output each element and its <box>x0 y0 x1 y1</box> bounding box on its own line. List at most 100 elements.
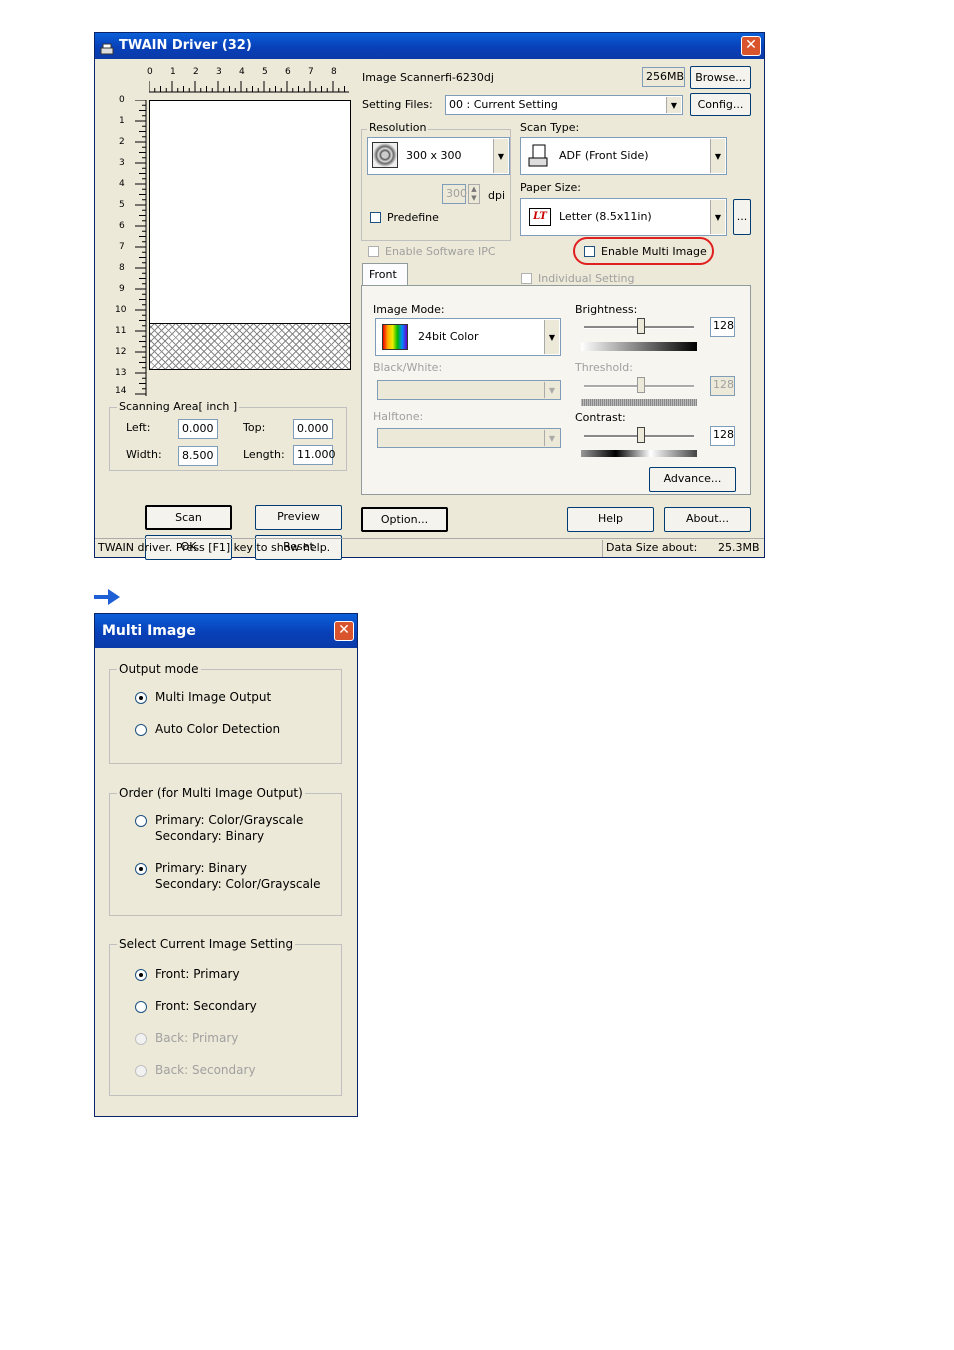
memory-display: 256MB <box>642 67 685 87</box>
close-icon[interactable]: ✕ <box>741 36 761 56</box>
status-text: TWAIN driver. Press [F1] key to show hel… <box>98 541 331 554</box>
predefine-label: Predefine <box>387 211 439 224</box>
data-size-label: Data Size about: <box>606 541 698 554</box>
window-title: TWAIN Driver (32) <box>119 38 252 53</box>
front-primary-radio[interactable] <box>135 969 147 981</box>
predefine-checkbox[interactable] <box>370 212 381 223</box>
brightness-value[interactable]: 128 <box>710 317 735 337</box>
dropdown-arrow-icon[interactable]: ▼ <box>493 139 508 173</box>
title-bar: TWAIN Driver (32) ✕ <box>95 33 764 59</box>
image-mode-label: Image Mode: <box>373 303 445 316</box>
close-icon[interactable]: ✕ <box>334 621 354 641</box>
help-button[interactable]: Help <box>567 507 654 532</box>
ruler-top-1: 1 <box>170 67 176 77</box>
setting-files-label: Setting Files: <box>362 98 433 111</box>
ruler-top-2: 2 <box>193 67 199 77</box>
ruler-left-13: 13 <box>115 368 127 378</box>
ruler-left-14: 14 <box>115 386 127 396</box>
ruler-top-8: 8 <box>331 67 337 77</box>
enable-multi-image-checkbox[interactable] <box>584 246 595 257</box>
ruler-top: 0 1 2 3 4 5 6 7 8 <box>147 67 349 93</box>
resolution-value: 300 x 300 <box>406 149 462 162</box>
ruler-left-10: 10 <box>115 305 127 315</box>
back-secondary-label: Back: Secondary <box>155 1063 256 1077</box>
tab-front-label: Front <box>369 268 397 281</box>
scan-type-value: ADF (Front Side) <box>559 149 649 162</box>
brightness-gradient <box>581 342 697 351</box>
output-mode-group <box>109 669 342 764</box>
image-scanner-label: Image Scanner: <box>362 71 449 84</box>
order-opt1-line2: Secondary: Binary <box>155 829 265 843</box>
adf-icon <box>527 144 549 168</box>
preview-pane: 0 1 2 3 4 5 6 7 8 0 1 2 3 4 5 6 7 8 9 10… <box>97 61 356 560</box>
width-field[interactable]: 8.500 <box>178 446 218 466</box>
front-primary-label: Front: Primary <box>155 967 240 981</box>
scan-button[interactable]: Scan <box>145 505 232 530</box>
black-white-label: Black/White: <box>373 361 443 374</box>
order-binary-primary-radio[interactable] <box>135 863 147 875</box>
data-size-value: 25.3MB <box>718 541 760 554</box>
dropdown-arrow-icon[interactable]: ▼ <box>710 200 725 234</box>
ruler-top-4: 4 <box>239 67 245 77</box>
brightness-slider-thumb[interactable] <box>637 318 645 334</box>
enable-software-ipc-label: Enable Software IPC <box>385 245 496 258</box>
dropdown-arrow-icon[interactable]: ▼ <box>710 139 725 173</box>
paper-size-more-button[interactable]: ... <box>733 199 751 235</box>
status-bar: TWAIN driver. Press [F1] key to show hel… <box>95 538 764 558</box>
advance-button[interactable]: Advance... <box>649 467 736 492</box>
image-mode-select[interactable]: 24bit Color ▼ <box>375 318 561 356</box>
select-setting-legend: Select Current Image Setting <box>117 937 296 951</box>
ruler-top-6: 6 <box>285 67 291 77</box>
output-mode-legend: Output mode <box>117 662 201 676</box>
enable-software-ipc-checkbox <box>368 246 379 257</box>
about-button[interactable]: About... <box>664 507 751 532</box>
ruler-top-7: 7 <box>308 67 314 77</box>
length-field[interactable]: 11.000 <box>293 445 336 465</box>
top-field[interactable]: 0.000 <box>293 419 333 439</box>
multi-image-output-radio[interactable] <box>135 692 147 704</box>
front-secondary-label: Front: Secondary <box>155 999 257 1013</box>
setting-files-select[interactable]: 00 : Current Setting ▼ <box>445 95 683 115</box>
left-label: Left: <box>126 421 151 434</box>
order-color-primary-radio[interactable] <box>135 815 147 827</box>
dropdown-arrow-icon[interactable]: ▼ <box>544 320 559 354</box>
order-opt2-line1: Primary: Binary <box>155 861 247 875</box>
ruler-top-0: 0 <box>147 67 153 77</box>
black-white-select: ▼ <box>377 380 561 400</box>
contrast-slider-thumb[interactable] <box>637 427 645 443</box>
scanner-app-icon <box>100 39 114 55</box>
option-button[interactable]: Option... <box>361 507 448 532</box>
ruler-left-2: 2 <box>119 137 125 147</box>
contrast-value[interactable]: 128 <box>710 426 735 446</box>
contrast-label: Contrast: <box>575 411 626 424</box>
ruler-left-6: 6 <box>119 221 125 231</box>
config-button[interactable]: Config... <box>690 93 751 116</box>
auto-color-detection-radio[interactable] <box>135 724 147 736</box>
brightness-label: Brightness: <box>575 303 638 316</box>
preview-out-of-area <box>149 324 351 370</box>
front-secondary-radio[interactable] <box>135 1001 147 1013</box>
paper-size-select[interactable]: LT Letter (8.5x11in) ▼ <box>520 198 727 236</box>
title-bar: Multi Image ✕ <box>95 614 357 648</box>
scan-type-select[interactable]: ADF (Front Side) ▼ <box>520 137 727 175</box>
order-group <box>109 793 342 916</box>
resolution-select[interactable]: 300 x 300 ▼ <box>367 137 510 175</box>
halftone-label: Halftone: <box>373 410 424 423</box>
back-secondary-radio <box>135 1065 147 1077</box>
threshold-value: 128 <box>710 376 735 396</box>
threshold-gradient <box>581 399 697 406</box>
tab-front[interactable]: Front <box>362 263 408 286</box>
ruler-left-0: 0 <box>119 95 125 105</box>
paper-size-label: Paper Size: <box>520 181 581 194</box>
resolution-label: Resolution <box>367 121 429 134</box>
multi-image-output-label: Multi Image Output <box>155 690 272 704</box>
back-primary-label: Back: Primary <box>155 1031 239 1045</box>
dialog-title: Multi Image <box>102 623 196 639</box>
left-field[interactable]: 0.000 <box>178 419 218 439</box>
dropdown-arrow-icon[interactable]: ▼ <box>666 97 681 113</box>
top-label: Top: <box>243 421 266 434</box>
browse-button[interactable]: Browse... <box>690 66 751 89</box>
image-mode-value: 24bit Color <box>418 330 479 343</box>
ruler-left-3: 3 <box>119 158 125 168</box>
preview-button[interactable]: Preview <box>255 505 342 530</box>
